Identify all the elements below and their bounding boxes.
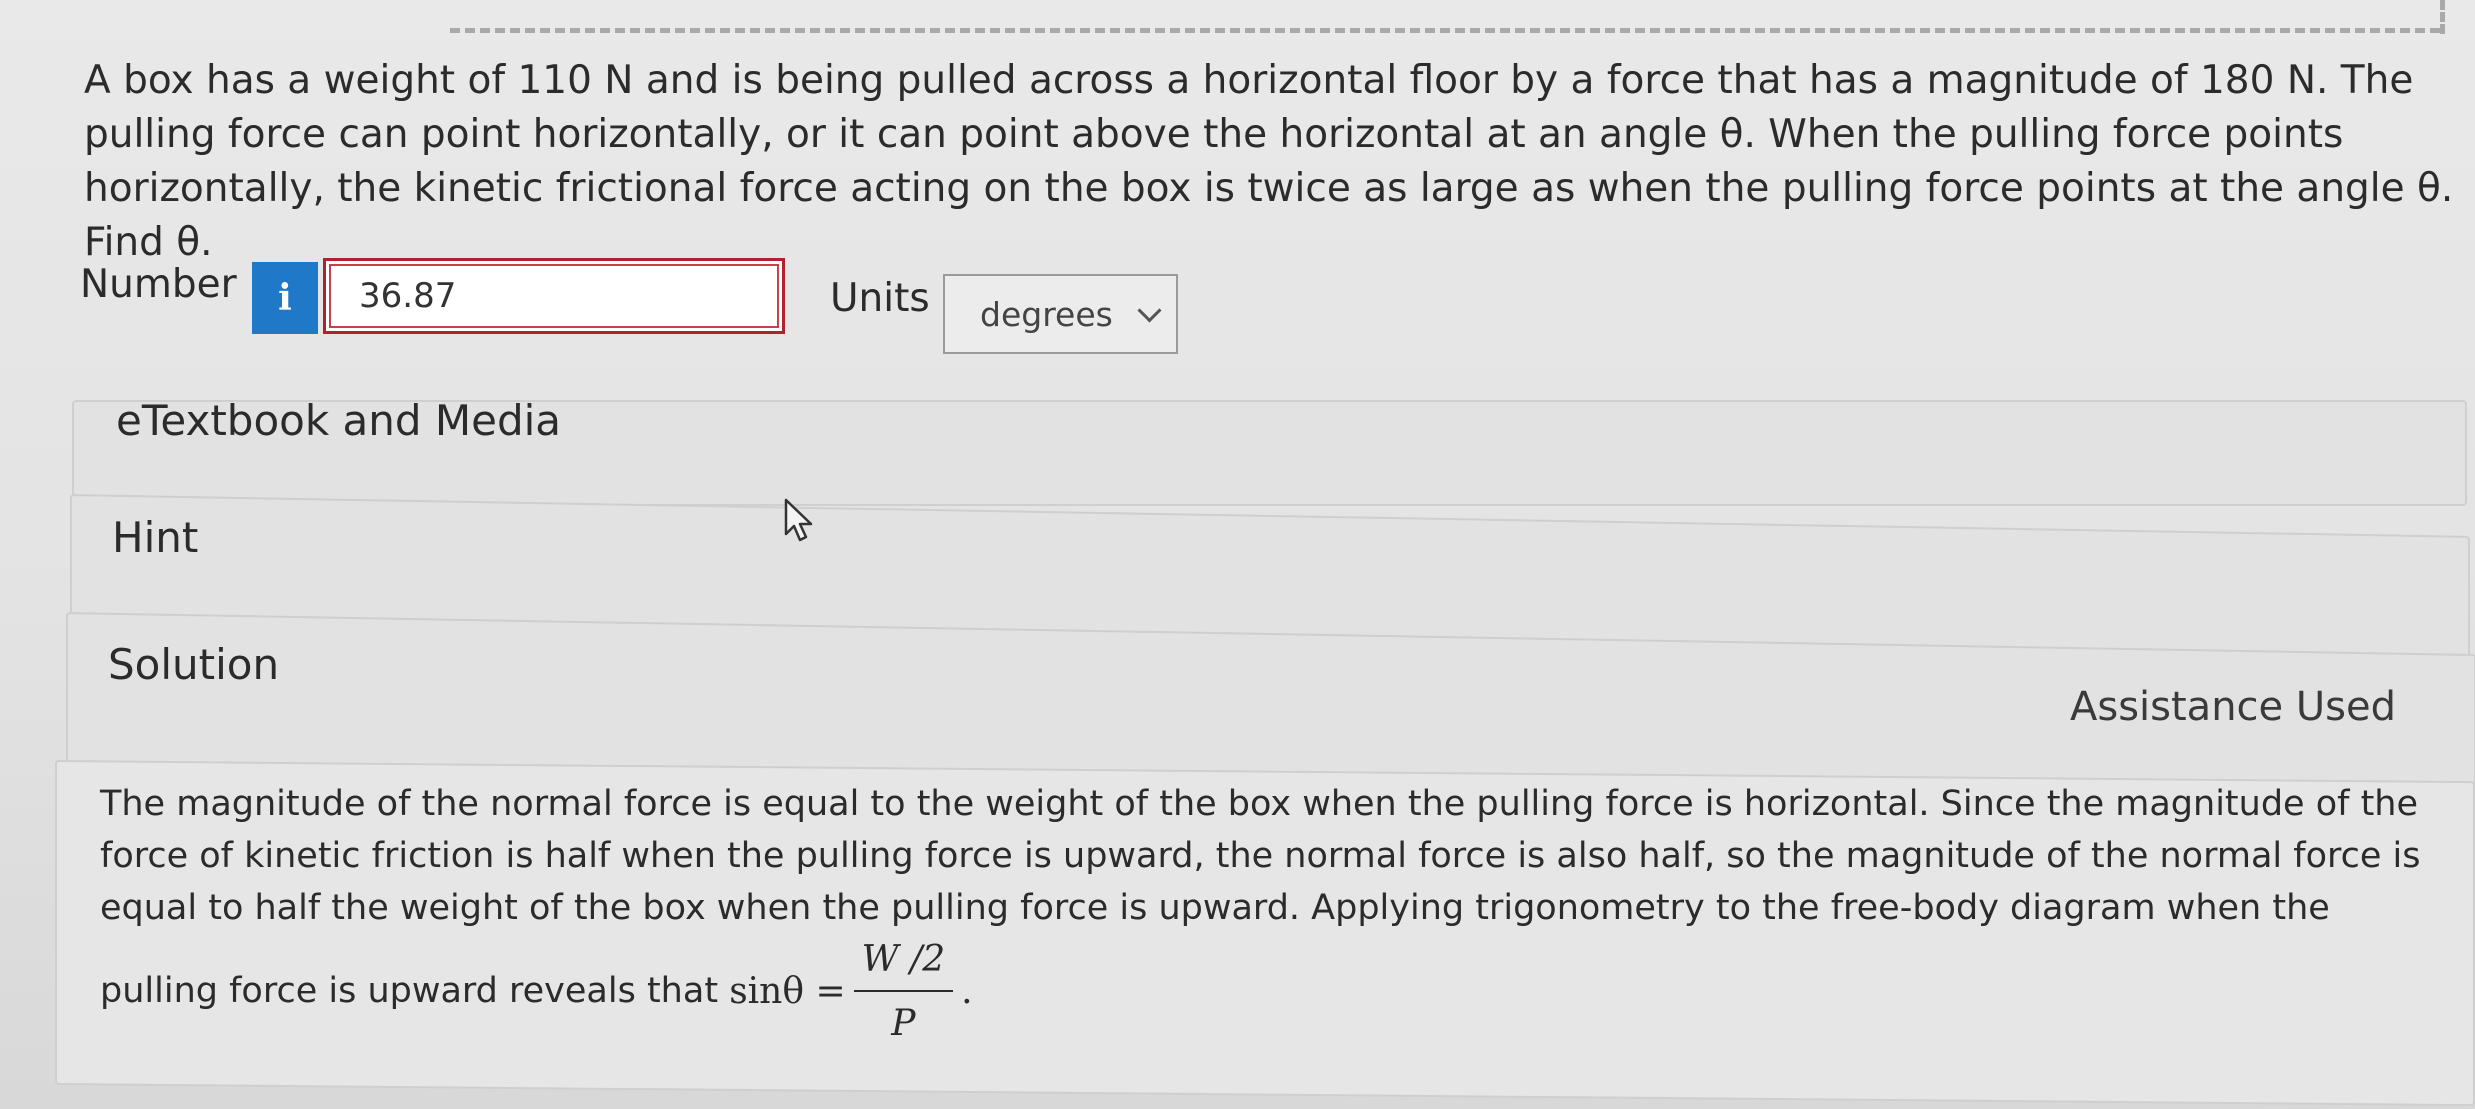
- solution-formula: sinθ = W /2 P .: [729, 934, 972, 1050]
- assistance-used-label: Assistance Used: [2070, 684, 2396, 730]
- hint-title[interactable]: Hint: [112, 513, 198, 562]
- units-selected-value: degrees: [980, 294, 1113, 334]
- page: A box has a weight of 110 N and is being…: [0, 0, 2475, 1109]
- formula-lhs: sinθ =: [729, 971, 846, 1012]
- number-input[interactable]: 36.87: [323, 258, 785, 334]
- number-input-value[interactable]: 36.87: [329, 264, 779, 328]
- solution-explanation: The magnitude of the normal force is equ…: [100, 784, 2421, 1011]
- number-label: Number: [80, 262, 237, 307]
- formula-end: .: [961, 971, 973, 1012]
- info-button[interactable]: i: [252, 262, 318, 334]
- question-text: A box has a weight of 110 N and is being…: [84, 58, 2454, 265]
- units-label: Units: [830, 276, 930, 321]
- formula-denominator: P: [891, 1003, 916, 1044]
- answer-row: Number i 36.87 Units degrees: [80, 258, 1280, 354]
- solution-title[interactable]: Solution: [108, 640, 279, 689]
- top-divider-edge: [2440, 0, 2445, 34]
- solution-text: The magnitude of the normal force is equ…: [100, 778, 2430, 1050]
- chevron-down-icon: [1137, 298, 1162, 323]
- info-icon: i: [278, 277, 292, 319]
- units-select[interactable]: degrees: [943, 274, 1178, 354]
- mouse-pointer-icon: [784, 498, 813, 542]
- etextbook-title[interactable]: eTextbook and Media: [116, 396, 561, 445]
- top-divider: [450, 28, 2440, 33]
- formula-fraction: W /2 P: [853, 934, 954, 1050]
- formula-numerator: W /2: [853, 934, 954, 992]
